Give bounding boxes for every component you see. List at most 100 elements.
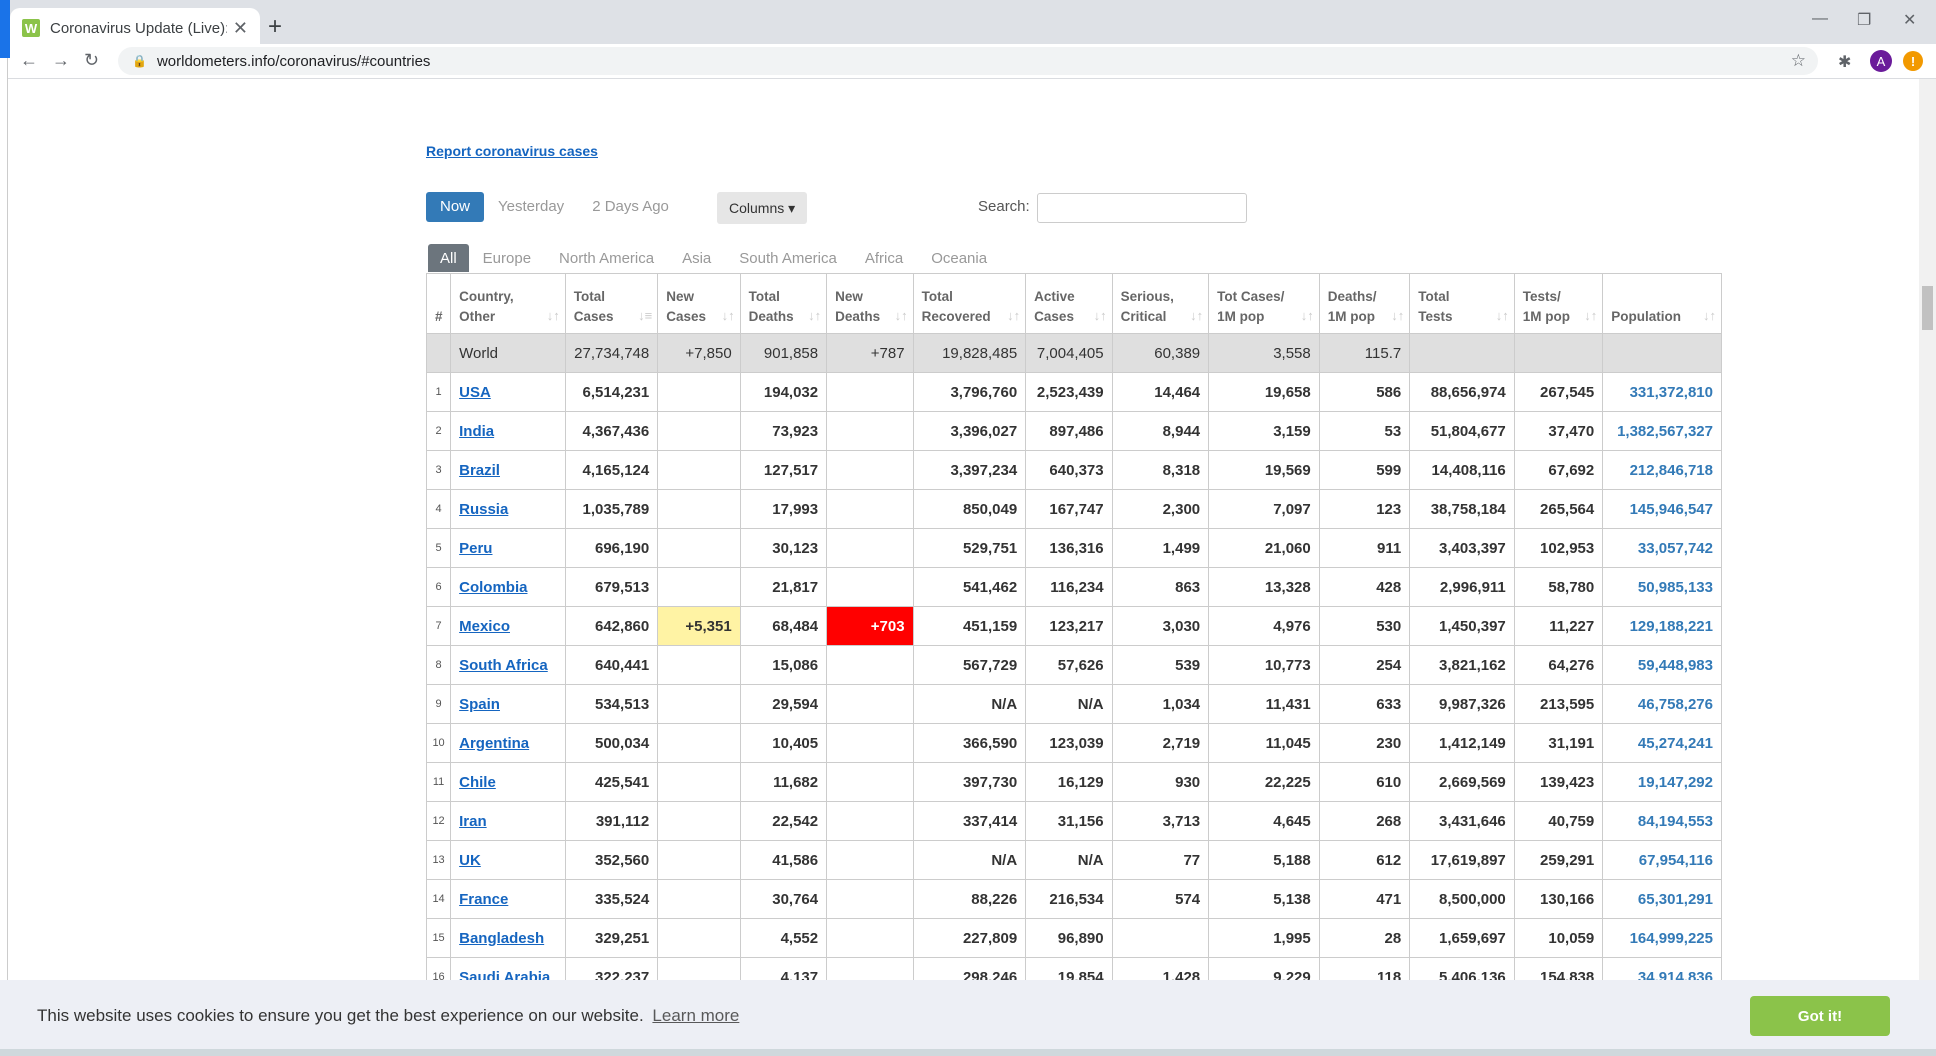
avatar[interactable]: A (1870, 50, 1892, 72)
table-row: 5 Peru 696,190 30,123 529,751 136,316 1,499 21,… (426, 528, 1722, 568)
country-link[interactable]: India (459, 423, 494, 440)
column-header[interactable]: New Cases ↓↑ (657, 273, 741, 334)
yesterday-button[interactable]: Yesterday (484, 192, 578, 222)
country-link[interactable]: Brazil (459, 462, 500, 479)
country-link[interactable]: Bangladesh (459, 930, 544, 947)
country-link[interactable]: Russia (459, 501, 508, 518)
table-cell: 268 (1318, 801, 1411, 841)
table-cell: 4,552 (739, 918, 828, 958)
columns-dropdown[interactable]: Columns ▾ (717, 192, 808, 224)
got-it-button[interactable]: Got it! (1750, 996, 1890, 1036)
sort-icon[interactable]: ↓↑ (722, 306, 735, 326)
tab-south-america[interactable]: South America (725, 244, 851, 272)
table-cell: 123,217 (1025, 606, 1113, 646)
country-link[interactable]: Iran (459, 813, 487, 830)
country-link[interactable]: UK (459, 852, 481, 869)
close-window-icon[interactable]: ✕ (1903, 10, 1916, 30)
column-header[interactable]: # (426, 273, 452, 334)
browser-tab[interactable]: W Coronavirus Update (Live): 27,73 ✕ (10, 8, 260, 48)
back-icon[interactable]: ← (20, 50, 38, 71)
tab-oceania[interactable]: Oceania (917, 244, 1001, 272)
table-cell: 3,431,646 (1409, 801, 1515, 841)
search-input[interactable] (1037, 193, 1247, 223)
table-cell: 366,590 (912, 723, 1027, 763)
table-cell: 127,517 (739, 450, 828, 490)
report-cases-link[interactable]: Report coronavirus cases (426, 143, 598, 159)
country-link[interactable]: Argentina (459, 735, 529, 752)
column-header[interactable]: New Deaths ↓↑ (826, 273, 914, 334)
column-header[interactable]: Deaths/1M pop ↓↑ (1318, 273, 1411, 334)
column-header[interactable]: Population ↓↑ (1602, 273, 1722, 334)
minimize-icon[interactable]: — (1812, 10, 1828, 28)
table-cell (657, 567, 741, 607)
table-cell (826, 762, 914, 802)
sort-icon[interactable]: ↓↑ (1007, 306, 1020, 326)
sort-icon[interactable]: ↓↑ (1190, 306, 1203, 326)
table-cell: 9 (426, 684, 452, 724)
table-cell: 11,227 (1513, 606, 1604, 646)
bookmark-star-icon[interactable]: ☆ (1791, 51, 1806, 71)
column-header[interactable]: Total Recovered ↓↑ (912, 273, 1027, 334)
country-link[interactable]: South Africa (459, 657, 548, 674)
tab-all[interactable]: All (428, 244, 469, 272)
column-header[interactable]: Tests/1M pop ↓↑ (1513, 273, 1604, 334)
sort-icon[interactable]: ↓↑ (1496, 306, 1509, 326)
table-cell: 30,123 (739, 528, 828, 568)
sort-icon[interactable]: ↓↑ (1094, 306, 1107, 326)
new-tab-icon[interactable]: + (268, 13, 282, 41)
forward-icon[interactable]: → (52, 50, 70, 71)
column-header[interactable]: Total Tests ↓↑ (1409, 273, 1515, 334)
table-cell: 3,396,027 (912, 411, 1027, 451)
sort-icon[interactable]: ↓↑ (547, 306, 560, 326)
table-cell: 102,953 (1513, 528, 1604, 568)
sort-icon[interactable]: ↓↑ (1391, 306, 1404, 326)
sort-icon[interactable]: ↓≡ (638, 306, 652, 326)
column-header[interactable]: Total Cases ↓≡ (564, 273, 659, 334)
address-bar[interactable]: 🔒 worldometers.info/coronavirus/#countri… (118, 47, 1818, 75)
column-header[interactable]: Tot Cases/1M pop ↓↑ (1208, 273, 1320, 334)
table-cell: 22,225 (1208, 762, 1320, 802)
country-link[interactable]: Mexico (459, 618, 510, 635)
table-cell (826, 684, 914, 724)
column-header[interactable]: Active Cases ↓↑ (1025, 273, 1113, 334)
reload-icon[interactable]: ↻ (84, 50, 99, 71)
two-days-ago-button[interactable]: 2 Days Ago (578, 192, 683, 222)
sort-icon[interactable]: ↓↑ (895, 306, 908, 326)
sort-icon[interactable]: ↓↑ (808, 306, 821, 326)
tab-africa[interactable]: Africa (851, 244, 917, 272)
table-cell: 5,188 (1208, 840, 1320, 880)
restore-icon[interactable]: ❐ (1857, 10, 1871, 30)
tab-asia[interactable]: Asia (668, 244, 725, 272)
now-button[interactable]: Now (426, 192, 485, 222)
tab-north-america[interactable]: North America (545, 244, 668, 272)
update-alert-icon[interactable]: ! (1903, 51, 1923, 71)
table-cell: 50,985,133 (1602, 567, 1722, 607)
column-header[interactable]: Total Deaths ↓↑ (739, 273, 828, 334)
close-tab-icon[interactable]: ✕ (233, 18, 248, 39)
sort-icon[interactable]: ↓↑ (1301, 306, 1314, 326)
country-link[interactable]: USA (459, 384, 491, 401)
table-cell: 34,914,836 (1602, 957, 1722, 982)
scrollbar[interactable] (1919, 79, 1936, 1056)
scrollbar-thumb[interactable] (1922, 286, 1933, 330)
country-link[interactable]: Colombia (459, 579, 527, 596)
learn-more-link[interactable]: Learn more (652, 1006, 739, 1025)
sort-icon[interactable]: ↓↑ (1703, 306, 1716, 326)
country-link[interactable]: Peru (459, 540, 492, 557)
country-link[interactable]: Chile (459, 774, 496, 791)
table-cell: 53 (1318, 411, 1411, 451)
country-link[interactable]: France (459, 891, 508, 908)
table-cell: Russia (450, 489, 566, 529)
column-header[interactable]: Serious, Critical ↓↑ (1111, 273, 1210, 334)
sort-icon[interactable]: ↓↑ (1584, 306, 1597, 326)
column-header[interactable]: Country, Other ↓↑ (450, 273, 566, 334)
extensions-icon[interactable]: ✱ (1838, 52, 1851, 72)
favicon-icon: W (22, 19, 40, 37)
table-row: 9 Spain 534,513 29,594 N/A N/A 1,034 11,431 633 9… (426, 684, 1722, 724)
tab-europe[interactable]: Europe (469, 244, 545, 272)
table-cell: 16 (426, 957, 452, 982)
table-cell: 267,545 (1513, 372, 1604, 412)
table-cell (826, 372, 914, 412)
country-link[interactable]: Spain (459, 696, 500, 713)
table-cell: 3,821,162 (1409, 645, 1515, 685)
